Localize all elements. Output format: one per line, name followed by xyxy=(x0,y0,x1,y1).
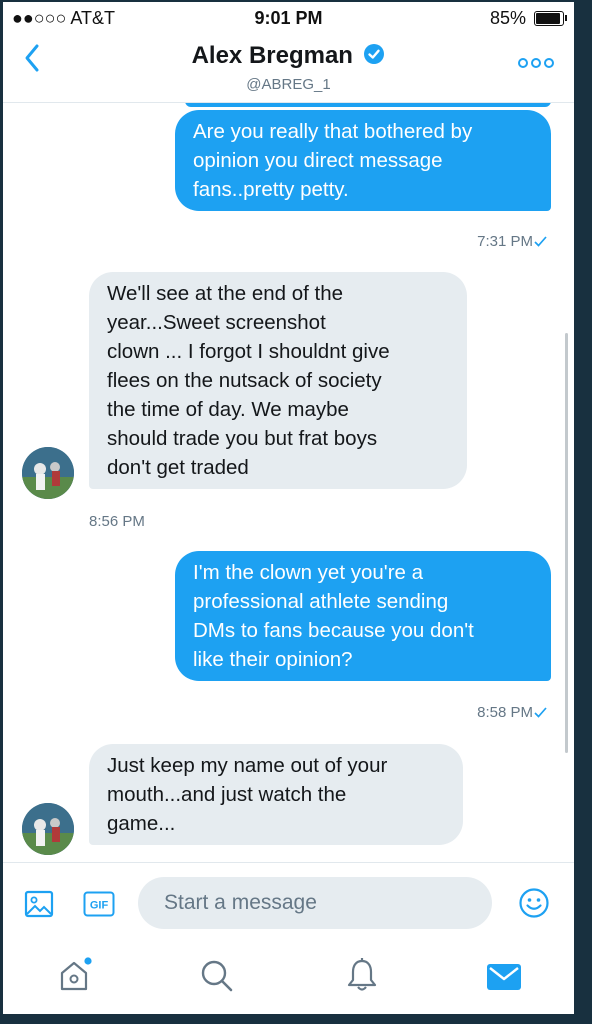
message-composer: GIF Start a message xyxy=(3,862,574,945)
tab-search[interactable] xyxy=(199,958,235,999)
message-input-placeholder: Start a message xyxy=(164,891,317,914)
avatar[interactable] xyxy=(22,803,74,855)
title-row: Alex Bregman xyxy=(3,42,574,70)
tab-messages[interactable] xyxy=(487,964,521,995)
tab-bar xyxy=(3,944,574,1014)
message-bubble-received[interactable]: We'll see at the end of the year...Sweet… xyxy=(89,272,467,489)
battery-percent: 85% xyxy=(489,8,526,28)
message-bubble-sent[interactable]: I'm the clown yet you're a professional … xyxy=(175,551,551,681)
message-thread[interactable]: Are you really that bothered by opinion … xyxy=(3,103,574,862)
verified-badge-icon xyxy=(363,43,385,70)
emoji-icon[interactable] xyxy=(518,887,550,924)
message-input[interactable]: Start a message xyxy=(138,877,492,929)
mail-icon xyxy=(487,964,521,990)
message-timestamp: 8:58 PM xyxy=(477,704,533,721)
scrollbar[interactable] xyxy=(565,333,568,753)
search-icon xyxy=(201,960,233,992)
read-check-icon xyxy=(534,236,547,247)
battery-icon xyxy=(534,11,567,26)
previous-message-bubble xyxy=(185,103,551,107)
bell-icon xyxy=(347,958,377,991)
conversation-header: Alex Bregman @ABREG_1 xyxy=(3,32,574,103)
more-options-icon[interactable] xyxy=(518,58,554,68)
status-bar: ●●○○○ AT&T 9:01 PM 85% xyxy=(3,2,574,32)
gif-icon: GIF xyxy=(83,891,115,917)
message-bubble-received[interactable]: Just keep my name out of your mouth...an… xyxy=(89,744,463,845)
home-icon xyxy=(60,957,92,991)
tab-home[interactable] xyxy=(55,956,95,1001)
tab-notifications[interactable] xyxy=(344,956,380,999)
image-icon[interactable] xyxy=(24,889,54,924)
gif-button[interactable]: GIF xyxy=(83,891,115,922)
contact-name[interactable]: Alex Bregman xyxy=(192,42,353,69)
avatar[interactable] xyxy=(22,447,74,499)
contact-handle: @ABREG_1 xyxy=(246,76,331,93)
message-timestamp: 7:31 PM xyxy=(477,233,533,250)
message-timestamp: 8:56 PM xyxy=(89,513,145,530)
gif-label: GIF xyxy=(90,900,109,912)
read-check-icon xyxy=(534,707,547,718)
clock: 9:01 PM xyxy=(254,8,323,28)
phone-screen: ●●○○○ AT&T 9:01 PM 85% Alex Bregman @ABR… xyxy=(3,2,574,1014)
message-bubble-sent[interactable]: Are you really that bothered by opinion … xyxy=(175,110,551,211)
